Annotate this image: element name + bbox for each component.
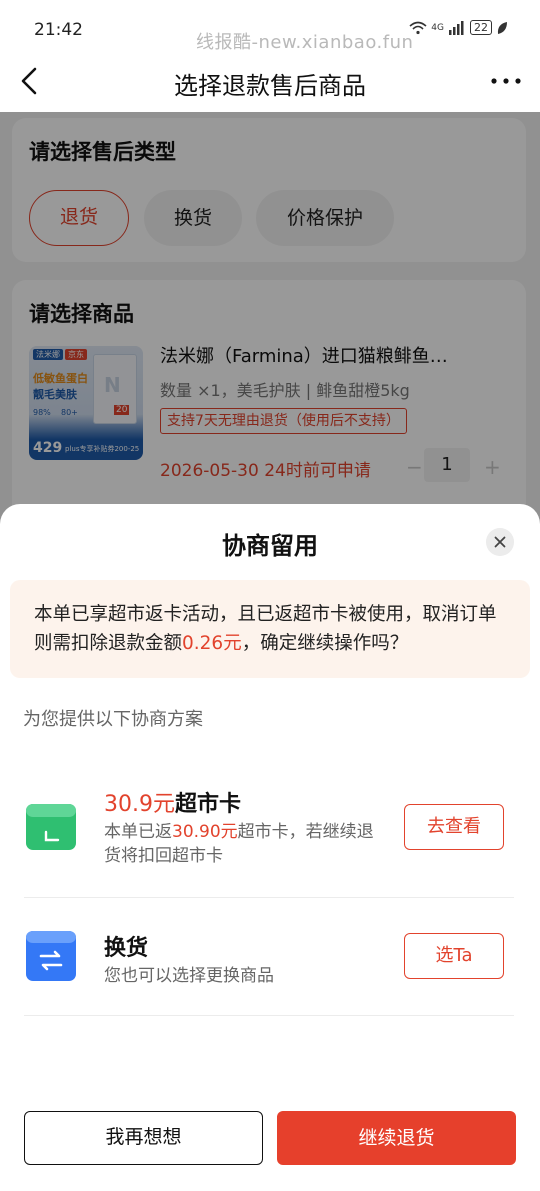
view-card-button[interactable]: 去查看	[404, 804, 504, 850]
notice-text-part2: ，确定继续操作吗？	[241, 633, 409, 654]
choose-exchange-button[interactable]: 选Ta	[404, 933, 504, 979]
offer-subtitle: 为您提供以下协商方案	[23, 709, 203, 730]
page-title: 选择退款售后商品	[174, 72, 366, 100]
continue-return-button[interactable]: 继续退货	[277, 1111, 516, 1165]
status-icons: 4G 22	[409, 20, 508, 35]
more-icon[interactable]	[488, 64, 524, 98]
nav-bar: 选择退款售后商品	[0, 56, 540, 112]
option-card-title: 30.9元超市卡	[104, 786, 241, 818]
battery-icon: 22	[470, 20, 492, 35]
option-card-desc: 本单已返30.90元超市卡，若继续退货将扣回超市卡	[104, 820, 374, 868]
deduction-notice: 本单已享超市返卡活动，且已返超市卡被使用，取消订单则需扣除退款金额0.26元，确…	[10, 580, 530, 678]
option-divider	[24, 897, 514, 898]
option-exchange: 换货 您也可以选择更换商品 选Ta	[24, 924, 514, 1004]
think-again-button[interactable]: 我再想想	[24, 1111, 263, 1165]
option-card-desc-amount: 30.90元	[172, 822, 238, 842]
exchange-icon	[26, 931, 76, 981]
card-icon	[26, 804, 76, 850]
leaf-icon	[497, 21, 507, 34]
retention-sheet: 协商留用 本单已享超市返卡活动，且已返超市卡被使用，取消订单则需扣除退款金额0.…	[0, 504, 540, 1191]
wifi-icon	[409, 21, 427, 34]
status-bar: 21:42 线报酷-new.xianbao.fun 4G 22	[0, 0, 540, 56]
network-label: 4G	[431, 22, 444, 33]
option-divider	[24, 1015, 514, 1016]
status-time: 21:42	[34, 20, 83, 40]
option-exchange-desc: 您也可以选择更换商品	[104, 966, 274, 986]
watermark-text: 线报酷-new.xianbao.fun	[196, 32, 414, 53]
option-card-desc-pre: 本单已返	[104, 822, 172, 842]
signal-icon	[449, 20, 464, 35]
option-card-name: 超市卡	[175, 792, 242, 817]
close-icon[interactable]	[486, 528, 514, 556]
option-supermarket-card: 30.9元超市卡 本单已返30.90元超市卡，若继续退货将扣回超市卡 去查看	[24, 784, 514, 884]
option-card-amount: 30.9元	[104, 792, 175, 817]
notice-amount: 0.26元	[182, 633, 242, 654]
sheet-title: 协商留用	[222, 532, 318, 560]
option-exchange-title: 换货	[104, 936, 149, 961]
